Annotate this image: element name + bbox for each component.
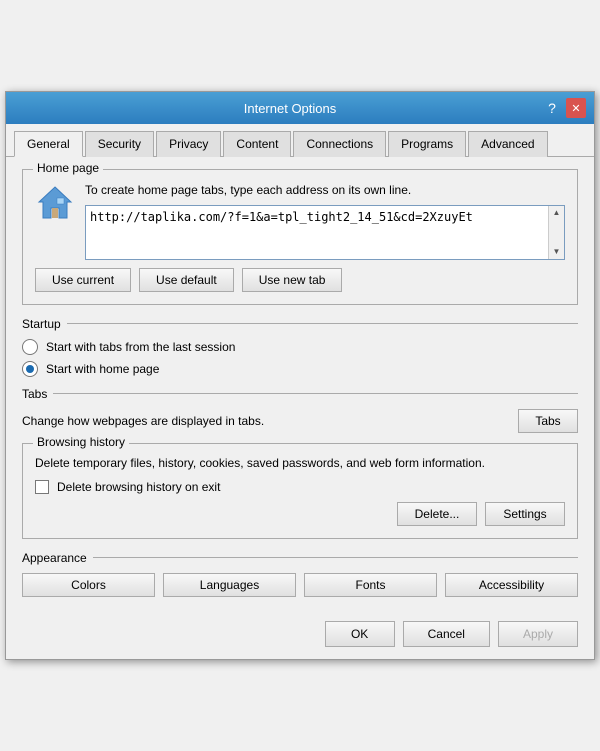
tabs-line (53, 393, 578, 394)
startup-option2-label: Start with home page (46, 362, 159, 376)
ok-button[interactable]: OK (325, 621, 395, 647)
delete-on-exit-label: Delete browsing history on exit (57, 480, 220, 494)
startup-line (67, 323, 578, 324)
tab-security[interactable]: Security (85, 131, 154, 157)
house-icon (35, 182, 75, 222)
startup-option2[interactable]: Start with home page (22, 361, 578, 377)
tab-programs[interactable]: Programs (388, 131, 466, 157)
scroll-down-arrow[interactable]: ▼ (550, 245, 564, 259)
scrollbar[interactable]: ▲ ▼ (548, 206, 564, 259)
browsing-history-description: Delete temporary files, history, cookies… (35, 454, 565, 472)
languages-button[interactable]: Languages (163, 573, 296, 597)
tabs-description: Change how webpages are displayed in tab… (22, 414, 264, 428)
tab-connections[interactable]: Connections (293, 131, 386, 157)
content-area: Home page To create home page tabs, type… (6, 157, 594, 613)
fonts-button[interactable]: Fonts (304, 573, 437, 597)
home-page-description: To create home page tabs, type each addr… (85, 182, 565, 199)
startup-option1-label: Start with tabs from the last session (46, 340, 235, 354)
close-button[interactable]: ✕ (566, 98, 586, 118)
tab-strip: General Security Privacy Content Connect… (6, 124, 594, 157)
tabs-button[interactable]: Tabs (518, 409, 578, 433)
cancel-button[interactable]: Cancel (403, 621, 490, 647)
home-page-right: To create home page tabs, type each addr… (85, 182, 565, 260)
use-default-button[interactable]: Use default (139, 268, 234, 292)
tabs-section-label: Tabs (22, 387, 47, 401)
tab-privacy[interactable]: Privacy (156, 131, 221, 157)
tabs-row: Change how webpages are displayed in tab… (22, 409, 578, 433)
browsing-history-label: Browsing history (33, 435, 129, 449)
settings-button[interactable]: Settings (485, 502, 565, 526)
bottom-bar: OK Cancel Apply (6, 613, 594, 659)
appearance-line (93, 557, 578, 558)
delete-on-exit-checkbox[interactable] (35, 480, 49, 494)
title-controls: ? ✕ (542, 98, 586, 118)
startup-label: Startup (22, 317, 61, 331)
appearance-label: Appearance (22, 551, 87, 565)
delete-button[interactable]: Delete... (397, 502, 477, 526)
startup-content: Start with tabs from the last session St… (22, 339, 578, 377)
home-page-content: To create home page tabs, type each addr… (35, 182, 565, 260)
delete-on-exit-item[interactable]: Delete browsing history on exit (35, 480, 565, 494)
appearance-buttons: Colors Languages Fonts Accessibility (22, 573, 578, 597)
tab-advanced[interactable]: Advanced (468, 131, 547, 157)
use-new-tab-button[interactable]: Use new tab (242, 268, 343, 292)
tabs-section: Tabs Change how webpages are displayed i… (22, 387, 578, 433)
appearance-divider: Appearance (22, 551, 578, 565)
home-page-group: Home page To create home page tabs, type… (22, 169, 578, 305)
tabs-divider: Tabs (22, 387, 578, 401)
startup-radio1[interactable] (22, 339, 38, 355)
browsing-history-group: Browsing history Delete temporary files,… (22, 443, 578, 539)
title-bar: Internet Options ? ✕ (6, 92, 594, 124)
startup-option1[interactable]: Start with tabs from the last session (22, 339, 578, 355)
help-button[interactable]: ? (542, 98, 562, 118)
home-page-label: Home page (33, 161, 103, 175)
startup-divider: Startup (22, 317, 578, 331)
history-buttons: Delete... Settings (35, 502, 565, 526)
window-title: Internet Options (38, 101, 542, 116)
startup-section: Startup Start with tabs from the last se… (22, 317, 578, 377)
url-textarea[interactable]: http://taplika.com/?f=1&a=tpl_tight2_14_… (86, 206, 548, 259)
colors-button[interactable]: Colors (22, 573, 155, 597)
appearance-section: Appearance Colors Languages Fonts Access… (22, 551, 578, 597)
tab-general[interactable]: General (14, 131, 83, 157)
home-page-buttons: Use current Use default Use new tab (35, 268, 565, 292)
apply-button[interactable]: Apply (498, 621, 578, 647)
url-input-wrapper: http://taplika.com/?f=1&a=tpl_tight2_14_… (85, 205, 565, 260)
startup-radio2[interactable] (22, 361, 38, 377)
internet-options-window: Internet Options ? ✕ General Security Pr… (5, 91, 595, 660)
scroll-up-arrow[interactable]: ▲ (550, 206, 564, 220)
use-current-button[interactable]: Use current (35, 268, 131, 292)
accessibility-button[interactable]: Accessibility (445, 573, 578, 597)
tab-content[interactable]: Content (223, 131, 291, 157)
